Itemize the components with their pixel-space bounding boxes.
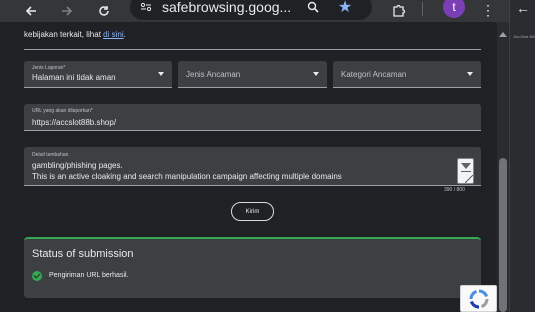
submit-button[interactable]: Kirim	[231, 202, 274, 221]
scroll-thumb[interactable]	[499, 158, 507, 312]
caret-down-icon	[158, 72, 164, 76]
url-field[interactable]: URL yang akan dilaporkan* https://accslo…	[24, 104, 481, 131]
url-text[interactable]: safebrowsing.goog...	[162, 0, 302, 15]
threat-category-select[interactable]: Kategori Ancaman	[333, 61, 481, 88]
status-message: Pengiriman URL berhasil.	[49, 272, 129, 279]
zoom-icon[interactable]	[304, 0, 322, 16]
details-textarea[interactable]: Detail tambahan gambling/phishing pages.…	[24, 147, 481, 186]
threat-type-placeholder: Jenis Ancaman	[186, 70, 241, 79]
extensions-puzzle-icon[interactable]	[389, 0, 409, 20]
report-type-select[interactable]: Jenis Laporan* Halaman ini tidak aman	[24, 61, 172, 88]
bookmark-star-icon[interactable]: ★	[336, 0, 354, 16]
policy-end: .	[123, 30, 126, 39]
side-panel-text: Jira Mira Bill	[513, 34, 535, 39]
status-title: Status of submission	[32, 248, 134, 260]
details-line-1: gambling/phishing pages.	[32, 161, 123, 170]
kebab-menu-icon[interactable]: ⋮	[479, 0, 497, 20]
policy-text: kebijakan terkait, lihat	[24, 30, 101, 39]
url-field-label: URL yang akan dilaporkan*	[32, 108, 93, 114]
forward-arrow-icon[interactable]	[56, 0, 78, 22]
caret-down-icon	[467, 72, 473, 76]
site-settings-icon[interactable]	[138, 0, 154, 15]
report-type-label: Jenis Laporan*	[32, 65, 66, 71]
side-back-arrow-icon[interactable]: ←	[516, 0, 530, 16]
report-page: kebijakan terkait, lihat di sini. Jenis …	[0, 22, 509, 312]
policy-line: kebijakan terkait, lihat di sini.	[24, 30, 126, 39]
char-count: 390 / 800	[444, 187, 465, 193]
threat-category-placeholder: Kategori Ancaman	[341, 70, 407, 79]
url-field-value: https://accslot88b.shop/	[32, 118, 117, 127]
policy-link[interactable]: di sini	[103, 30, 123, 39]
browser-toolbar: safebrowsing.goog... ★ t ⋮	[0, 0, 535, 22]
details-line-2: This is an active cloaking and search ma…	[32, 172, 342, 181]
side-panel: ← Jira Mira Bill	[509, 0, 535, 312]
toolbar-divider	[422, 2, 423, 16]
textarea-resize-icon[interactable]	[457, 158, 474, 184]
check-circle-icon	[32, 271, 42, 281]
address-bar[interactable]: safebrowsing.goog... ★	[130, 0, 372, 20]
back-arrow-icon[interactable]	[20, 0, 42, 22]
divider	[24, 49, 481, 50]
details-label: Detail tambahan	[32, 152, 69, 158]
scroll-up-icon[interactable]	[499, 32, 507, 37]
status-card: Status of submission Pengiriman URL berh…	[24, 237, 481, 298]
reload-icon[interactable]	[93, 0, 115, 22]
scrollbar[interactable]	[497, 22, 509, 312]
caret-down-icon	[313, 72, 319, 76]
profile-avatar[interactable]: t	[443, 0, 465, 18]
report-type-value: Halaman ini tidak aman	[32, 73, 116, 82]
threat-type-select[interactable]: Jenis Ancaman	[178, 61, 327, 88]
recaptcha-icon[interactable]	[460, 285, 497, 312]
